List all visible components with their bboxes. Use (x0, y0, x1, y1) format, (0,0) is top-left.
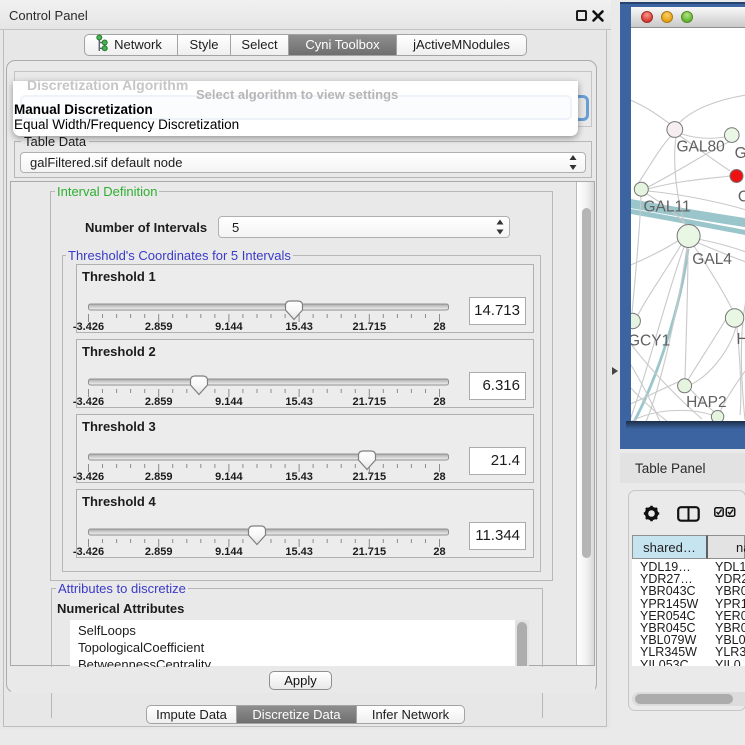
svg-text:GA: GA (735, 145, 745, 162)
svg-text:HA: HA (737, 331, 745, 348)
svg-text:GCY1: GCY1 (631, 333, 670, 350)
svg-text:GAL4: GAL4 (692, 251, 732, 268)
svg-text:GAL80: GAL80 (677, 139, 726, 156)
svg-text:GAL11: GAL11 (644, 199, 691, 216)
svg-text:CY: CY (738, 189, 745, 206)
svg-text:HAP2: HAP2 (686, 394, 727, 411)
